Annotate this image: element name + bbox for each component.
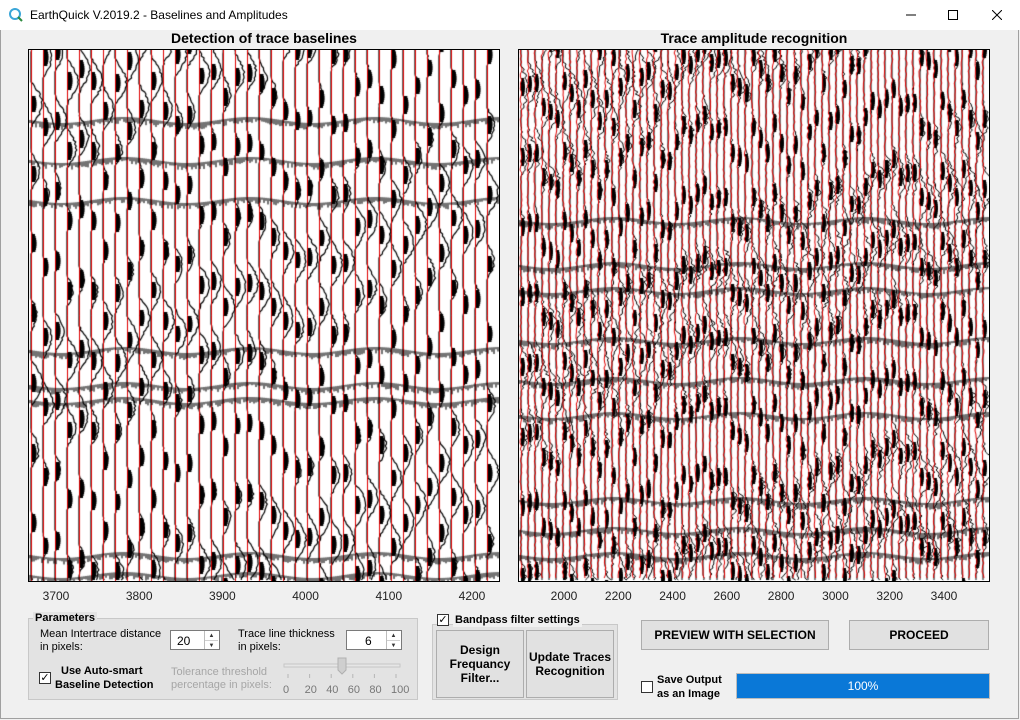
x-tick-label: 4000: [292, 589, 319, 603]
thickness-stepper[interactable]: 6 ▲ ▼: [346, 630, 402, 650]
earthquick-q-icon: [9, 8, 23, 22]
save-output-checkbox[interactable]: [641, 681, 653, 693]
design-line-1: Design: [459, 643, 500, 657]
intertrace-down-icon[interactable]: ▼: [205, 640, 218, 650]
x-tick-label: 3200: [876, 589, 904, 603]
x-tick-label: 3900: [209, 589, 236, 603]
autosmart-label-2: Baseline Detection: [55, 679, 154, 691]
seismic-traces-canvas: [29, 50, 499, 581]
thickness-up-icon[interactable]: ▲: [387, 631, 400, 640]
thickness-down-icon[interactable]: ▼: [387, 640, 400, 650]
x-tick-label: 3800: [125, 589, 153, 603]
x-tick-label: 3700: [42, 589, 70, 603]
update-traces-button[interactable]: Update Traces Recognition: [526, 630, 614, 698]
slider-tick-label: 40: [326, 684, 339, 696]
intertrace-value: 20: [177, 634, 191, 648]
close-button[interactable]: [974, 0, 1020, 30]
checkmark-icon: ✓: [438, 614, 448, 626]
design-filter-button[interactable]: Design Frequancy Filter...: [436, 630, 524, 698]
close-icon: [992, 10, 1002, 20]
proceed-button[interactable]: PROCEED: [849, 620, 989, 650]
update-line-1: Update Traces: [528, 650, 612, 664]
save-output-label-2: as an Image: [657, 688, 720, 700]
x-tick-label: 3000: [822, 589, 849, 603]
thickness-value: 6: [365, 634, 372, 648]
left-plot-title: Detection of trace baselines: [171, 30, 357, 46]
tolerance-slider[interactable]: 0 20 40 60 80 100: [278, 654, 410, 698]
x-tick-label: 2400: [659, 589, 686, 603]
intertrace-stepper[interactable]: 20 ▲ ▼: [170, 630, 220, 650]
checkmark-icon: ✓: [40, 672, 50, 684]
design-line-3: Filter...: [460, 671, 500, 685]
slider-tick-label: 80: [369, 684, 382, 696]
seismic-amplitude-canvas: [519, 50, 989, 581]
thickness-label-2: in pixels:: [238, 641, 281, 653]
intertrace-label-1: Mean Intertrace distance: [40, 628, 162, 640]
progress-text: 100%: [847, 679, 879, 693]
autosmart-label-1: Use Auto-smart: [61, 665, 143, 677]
save-output-label-1: Save Output: [657, 674, 722, 686]
bandpass-checkbox[interactable]: ✓: [437, 614, 449, 626]
minimize-icon: [906, 14, 916, 16]
design-line-2: Frequancy: [449, 657, 511, 671]
slider-tick-label: 20: [304, 684, 317, 696]
x-tick-label: 2200: [604, 589, 632, 603]
autosmart-checkbox[interactable]: ✓: [39, 672, 51, 684]
parameters-legend: Parameters: [33, 612, 97, 624]
baseline-detection-plot: [28, 49, 500, 582]
preview-with-selection-button[interactable]: PREVIEW WITH SELECTION: [641, 620, 829, 650]
x-tick-label: 2000: [550, 589, 578, 603]
slider-tick-label: 100: [391, 684, 410, 696]
slider-tick-label: 60: [347, 684, 361, 696]
slider-track-svg: [283, 657, 401, 678]
title-bar: EarthQuick V.2019.2 - Baselines and Ampl…: [0, 0, 1020, 30]
tolerance-label-2: percentage in pixels:: [171, 679, 272, 691]
update-line-2: Recognition: [535, 664, 605, 678]
maximize-button[interactable]: [930, 0, 976, 30]
thickness-arrows: ▲ ▼: [386, 631, 401, 649]
x-tick-label: 4200: [458, 589, 486, 603]
window-title: EarthQuick V.2019.2 - Baselines and Ampl…: [30, 8, 288, 22]
amplitude-recognition-plot: [518, 49, 990, 582]
intertrace-up-icon[interactable]: ▲: [205, 631, 218, 640]
bandpass-label: Bandpass filter settings: [453, 614, 582, 627]
x-tick-label: 2800: [767, 589, 795, 603]
slider-tick-label: 0: [283, 684, 290, 696]
x-tick-label: 2600: [713, 589, 741, 603]
intertrace-arrows: ▲ ▼: [204, 631, 219, 649]
maximize-icon: [948, 10, 958, 20]
x-tick-label: 3400: [930, 589, 958, 603]
intertrace-label-2: in pixels:: [40, 641, 83, 653]
progress-bar: 100%: [736, 673, 990, 699]
minimize-button[interactable]: [888, 0, 934, 30]
thickness-label-1: Trace line thickness: [238, 628, 335, 640]
x-tick-label: 4100: [375, 589, 403, 603]
right-plot-title: Trace amplitude recognition: [660, 30, 848, 46]
tolerance-label-1: Tolerance threshold: [171, 666, 268, 678]
